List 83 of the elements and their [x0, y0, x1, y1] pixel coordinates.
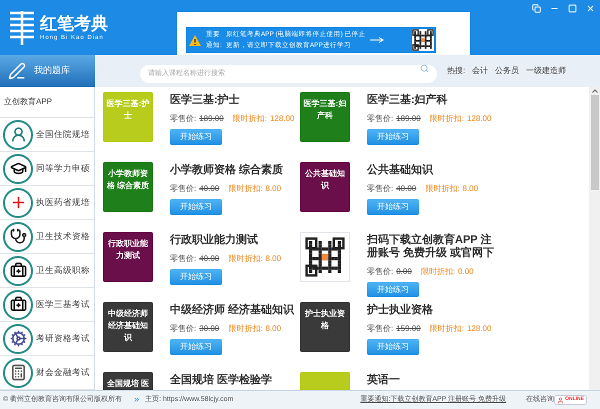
retail-label: 零售价:	[170, 113, 196, 125]
discount-price: 128.00	[466, 113, 492, 125]
cover-title: 中级经济师经济基础知识	[106, 308, 149, 344]
course-title: 公共基础知识	[367, 164, 434, 177]
sidebar-item[interactable]: 考研资格考试	[0, 322, 94, 356]
course-title: 护士执业资格	[367, 304, 434, 317]
cover-title: 医学三基:妇产科	[302, 98, 348, 122]
retail-price: 189.00	[396, 113, 421, 125]
retail-label: 零售价:	[367, 323, 394, 335]
category-icon	[3, 222, 33, 252]
retail-price: 0.00	[396, 266, 412, 278]
discount-price: 8.00	[462, 183, 478, 195]
cover-title: 公共基础知识	[304, 168, 346, 192]
search-icon[interactable]	[420, 64, 429, 72]
discount-price: 8.00	[266, 253, 282, 265]
course-title: 中级经济师 经济基础知识	[170, 304, 296, 317]
scroll-up-icon[interactable]	[592, 89, 598, 93]
qr-code-icon	[412, 29, 434, 51]
discount-label: 限时折扣:	[228, 183, 262, 195]
category-icon	[3, 256, 33, 286]
sidebar-item[interactable]: 医学三基考试	[0, 288, 94, 322]
maximize-icon[interactable]	[568, 4, 577, 13]
scrollbar-thumb[interactable]	[590, 95, 598, 190]
course-title: 小学教师资格 综合素质	[170, 164, 284, 177]
category-icon	[3, 324, 33, 354]
cover-title: 全国规培 医	[106, 378, 150, 390]
discount-price: 128.00	[466, 323, 492, 335]
course-title: 扫码下载立创教育APP 注册账号 免费升级 或官网下	[367, 234, 495, 260]
discount-label: 限时折扣:	[420, 266, 456, 278]
discount-price: 128.00	[270, 113, 294, 125]
cover-title: 医学三基:护士	[106, 98, 150, 122]
sidebar-item[interactable]: 卫生高级职称	[0, 254, 94, 288]
sidebar-item[interactable]: 财会金融考试	[0, 356, 94, 390]
retail-price: 40.00	[396, 183, 416, 195]
category-icon	[3, 154, 33, 184]
arrow-icon	[370, 37, 384, 43]
hot-search-link[interactable]: 会计	[472, 65, 488, 77]
sidebar-item[interactable]: 执医药省规培	[0, 186, 94, 220]
sidebar-item[interactable]: 卫生技术资格	[0, 220, 94, 254]
category-icon	[3, 290, 33, 320]
discount-label: 限时折扣:	[228, 253, 262, 265]
retail-label: 零售价:	[367, 183, 394, 195]
double-arrow: »	[134, 393, 140, 406]
course-title: 英语一	[367, 374, 401, 387]
retail-label: 零售价:	[367, 113, 394, 125]
course-title: 医学三基:妇产科	[367, 94, 449, 107]
retail-price: 189.00	[199, 113, 224, 125]
discount-label: 限时折扣:	[232, 113, 267, 125]
discount-price: 8.00	[266, 183, 282, 195]
cover-title: 行政职业能力测试	[106, 238, 149, 262]
cover-title: 小学教师资格 综合素质	[106, 168, 150, 192]
retail-label: 零售价:	[367, 266, 394, 278]
course-title: 全国规培 医学检验学	[170, 374, 274, 387]
hot-search-link[interactable]: 一级建造师	[526, 65, 566, 77]
app-name: 红笔考典	[40, 14, 108, 34]
category-icon	[3, 188, 33, 218]
category-icon	[3, 120, 33, 150]
discount-label: 限时折扣:	[430, 323, 464, 335]
retail-label: 零售价:	[170, 323, 196, 335]
sidebar-item[interactable]: 同等学力申硕	[0, 152, 94, 186]
close-icon[interactable]	[586, 4, 595, 13]
sidebar-title: 立创教育APP	[0, 87, 94, 118]
discount-label: 限时折扣:	[228, 323, 262, 335]
discount-price: 0.00	[458, 266, 474, 278]
retail-price: 159.00	[396, 323, 421, 335]
warning-icon	[188, 34, 202, 46]
category-icon	[3, 358, 33, 388]
cover-title: 护士执业资格	[304, 308, 346, 332]
hot-search-link[interactable]: 公务员	[495, 65, 520, 77]
retail-label: 零售价:	[170, 253, 196, 265]
retail-price: 30.00	[199, 323, 220, 335]
discount-label: 限时折扣:	[425, 183, 460, 195]
hot-search-label: 热搜:	[447, 65, 466, 77]
my-question-bank-tab[interactable]: 我的题库	[0, 55, 95, 87]
sidebar-item[interactable]: 全国住院规培	[0, 118, 94, 152]
course-title: 行政职业能力测试	[170, 234, 259, 247]
discount-label: 限时折扣:	[430, 113, 464, 125]
course-title: 医学三基:护士	[170, 94, 241, 107]
retail-price: 40.00	[199, 183, 220, 195]
retail-price: 40.00	[199, 253, 220, 265]
discount-price: 8.00	[266, 323, 282, 335]
restore-icon[interactable]	[532, 4, 541, 13]
retail-label: 零售价:	[170, 183, 196, 195]
